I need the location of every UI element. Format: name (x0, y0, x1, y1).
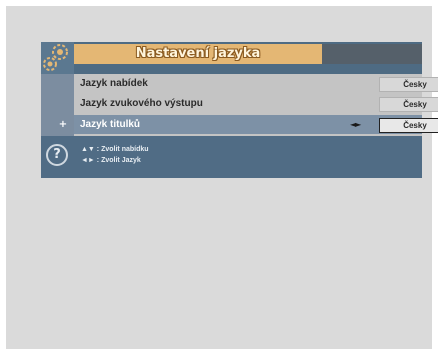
language-settings-menu: Nastavení jazyka Jazyk nabídek Česky Jaz… (41, 42, 438, 178)
help-panel: ? ▲▼ : Zvolit nabídku ◄► : Zvolit Jazyk (41, 136, 422, 178)
menu-item-label: Jazyk nabídek (80, 78, 148, 89)
menu-item-value[interactable]: Česky (379, 77, 438, 92)
pointer-icon: + (58, 119, 68, 130)
menu-item-menu-language[interactable]: Jazyk nabídek Česky (74, 74, 438, 93)
help-question-icon: ? (46, 144, 68, 166)
help-line-select-menu: ▲▼ : Zvolit nabídku (81, 146, 149, 153)
menu-item-label: Jazyk zvukového výstupu (80, 98, 203, 109)
menu-item-value[interactable]: Česky (379, 97, 438, 112)
page-background: Nastavení jazyka Jazyk nabídek Česky Jaz… (6, 6, 438, 349)
settings-gear-icon (41, 42, 74, 74)
help-line-select-language: ◄► : Zvolit Jazyk (81, 157, 141, 164)
title-bar: Nastavení jazyka (74, 44, 322, 64)
left-right-arrows-icon[interactable]: ◄► (350, 115, 361, 134)
menu-item-subtitle-language[interactable]: Jazyk titulků ◄► Česky (74, 115, 438, 134)
menu-list: Jazyk nabídek Česky Jazyk zvukového výst… (74, 74, 438, 136)
menu-item-value[interactable]: Česky (379, 118, 438, 133)
title-bar-end (322, 44, 422, 64)
menu-item-audio-language[interactable]: Jazyk zvukového výstupu Česky (74, 94, 438, 113)
menu-item-label: Jazyk titulků (80, 119, 141, 130)
menu-title: Nastavení jazyka (135, 46, 261, 61)
